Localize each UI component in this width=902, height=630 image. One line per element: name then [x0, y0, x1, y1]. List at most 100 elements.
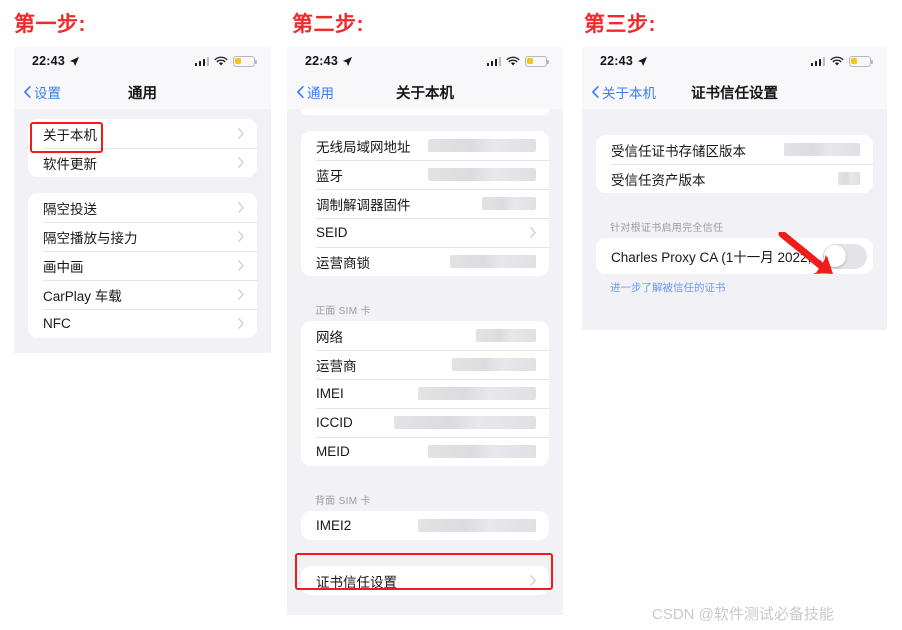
about-row-carrier-lock[interactable]: 运营商锁 [301, 247, 549, 276]
status-bar-right [486, 55, 550, 67]
redacted-value [482, 197, 536, 210]
chevron-right-icon [530, 575, 536, 586]
about-row-label: 运营商 [316, 358, 357, 374]
wifi-icon [214, 56, 228, 66]
about-row-wifi-address[interactable]: 无线局域网地址 [301, 131, 549, 160]
settings-row-nfc[interactable]: NFC [28, 309, 257, 338]
chevron-right-icon [238, 202, 244, 213]
cert-group-root-certificates: Charles Proxy CA (1十一月 2022,... [596, 238, 873, 274]
status-bar: 22:43 [287, 47, 563, 75]
cert-row-charles-proxy-ca[interactable]: Charles Proxy CA (1十一月 2022,... [596, 238, 873, 274]
back-button-general[interactable]: 通用 [287, 82, 334, 102]
redacted-value [394, 416, 536, 429]
about-row-label: IMEI [316, 386, 344, 401]
status-bar-right [194, 55, 258, 67]
settings-group-device: 关于本机 软件更新 [28, 119, 257, 177]
back-button-settings[interactable]: 设置 [14, 82, 61, 102]
wifi-icon [506, 56, 520, 66]
redacted-value [452, 358, 536, 371]
step-two-title: 第二步: [292, 13, 364, 36]
about-row-iccid[interactable]: ICCID [301, 408, 549, 437]
settings-row-picture-in-picture[interactable]: 画中画 [28, 251, 257, 280]
status-bar: 22:43 [582, 47, 887, 75]
chevron-left-icon [592, 86, 599, 98]
location-arrow-icon [69, 56, 80, 66]
about-row-certificate-trust-settings[interactable]: 证书信任设置 [301, 566, 549, 595]
chevron-right-icon [238, 260, 244, 271]
redacted-value [418, 519, 536, 532]
cert-row-trust-asset-version: 受信任资产版本 [596, 164, 873, 193]
battery-low-icon [233, 55, 258, 67]
certificate-trust-toggle[interactable] [822, 243, 867, 269]
about-row-bluetooth[interactable]: 蓝牙 [301, 160, 549, 189]
about-group-hardware: 无线局域网地址 蓝牙 调制解调器固件 SEID 运营商锁 [301, 131, 549, 276]
chevron-left-icon [297, 86, 304, 98]
toggle-knob [824, 245, 847, 267]
step-three-title: 第三步: [584, 13, 656, 36]
cert-row-label: Charles Proxy CA (1十一月 2022,... [611, 250, 823, 265]
chevron-right-icon [238, 289, 244, 300]
nav-bar: 通用 关于本机 [287, 75, 563, 109]
section-header-root-trust: 针对根证书启用完全信任 [610, 223, 724, 234]
settings-scroll-area[interactable]: 关于本机 软件更新 隔空投送 隔空播放与接力 画中画 CarPlay 车载 NF… [14, 109, 271, 338]
section-header-front-sim: 正面 SIM 卡 [315, 306, 371, 317]
about-group-cert-trust: 证书信任设置 [301, 566, 549, 595]
chevron-right-icon [530, 227, 536, 238]
about-row-network[interactable]: 网络 [301, 321, 549, 350]
settings-row-label: 软件更新 [43, 156, 97, 172]
about-row-label: SEID [316, 225, 348, 240]
about-row-label: 无线局域网地址 [316, 139, 411, 155]
section-header-back-sim: 背面 SIM 卡 [315, 496, 371, 507]
status-bar-left: 22:43 [32, 54, 80, 68]
status-bar-right [810, 55, 874, 67]
location-arrow-icon [342, 56, 353, 66]
settings-row-about[interactable]: 关于本机 [28, 119, 257, 148]
settings-group-features: 隔空投送 隔空播放与接力 画中画 CarPlay 车载 NFC [28, 193, 257, 338]
about-row-label: MEID [316, 444, 350, 459]
settings-row-carplay[interactable]: CarPlay 车载 [28, 280, 257, 309]
location-arrow-icon [637, 56, 648, 66]
cellular-bars-icon [194, 56, 209, 66]
settings-row-label: 隔空投送 [43, 201, 97, 217]
chevron-right-icon [238, 231, 244, 242]
status-time: 22:43 [600, 54, 633, 68]
nav-bar: 关于本机 证书信任设置 [582, 75, 887, 109]
about-row-imei2[interactable]: IMEI2 [301, 511, 549, 540]
status-time: 22:43 [305, 54, 338, 68]
about-row-imei[interactable]: IMEI [301, 379, 549, 408]
redacted-value [784, 143, 860, 156]
phone-screenshot-step-one: 22:43 设置 通用 关于本机 软件更新 隔空投送 隔空播放与接力 画中画 C… [14, 47, 271, 353]
back-button-label: 通用 [307, 86, 334, 101]
learn-more-link[interactable]: 进一步了解被信任的证书 [582, 274, 887, 295]
back-button-label: 设置 [34, 86, 61, 101]
status-bar-left: 22:43 [600, 54, 648, 68]
settings-row-label: 关于本机 [43, 127, 97, 143]
cert-row-trust-store-version: 受信任证书存储区版本 [596, 135, 873, 164]
chevron-left-icon [24, 86, 31, 98]
status-bar: 22:43 [14, 47, 271, 75]
wifi-icon [830, 56, 844, 66]
cert-group-versions: 受信任证书存储区版本 受信任资产版本 [596, 135, 873, 193]
watermark: CSDN @软件测试必备技能 [652, 606, 834, 623]
settings-row-airdrop[interactable]: 隔空投送 [28, 193, 257, 222]
about-row-label: 网络 [316, 329, 343, 345]
nav-bar: 设置 通用 [14, 75, 271, 109]
about-row-seid[interactable]: SEID [301, 218, 549, 247]
cellular-bars-icon [810, 56, 825, 66]
cert-trust-scroll-area[interactable]: 受信任证书存储区版本 受信任资产版本 针对根证书启用完全信任 Charles P… [582, 109, 887, 295]
settings-row-airplay-handoff[interactable]: 隔空播放与接力 [28, 222, 257, 251]
redacted-value [428, 139, 536, 152]
about-row-modem-firmware[interactable]: 调制解调器固件 [301, 189, 549, 218]
about-row-label: 运营商锁 [316, 255, 370, 271]
phone-screenshot-step-two: 22:43 通用 关于本机 无线局域网地址 蓝牙 调制解调器固件 SEID 运营… [287, 47, 563, 615]
screenshot-root: 第一步: 22:43 设置 通用 关于本机 软件更新 隔空投送 隔空播放与接力 … [0, 0, 902, 630]
status-bar-left: 22:43 [305, 54, 353, 68]
about-row-meid[interactable]: MEID [301, 437, 549, 466]
about-row-carrier[interactable]: 运营商 [301, 350, 549, 379]
about-row-label: IMEI2 [316, 518, 352, 533]
redacted-value [476, 329, 536, 342]
back-button-about[interactable]: 关于本机 [582, 82, 656, 102]
about-scroll-area[interactable]: 无线局域网地址 蓝牙 调制解调器固件 SEID 运营商锁 正面 SIM 卡 网络… [287, 109, 563, 595]
about-row-label: 证书信任设置 [316, 574, 397, 590]
settings-row-software-update[interactable]: 软件更新 [28, 148, 257, 177]
